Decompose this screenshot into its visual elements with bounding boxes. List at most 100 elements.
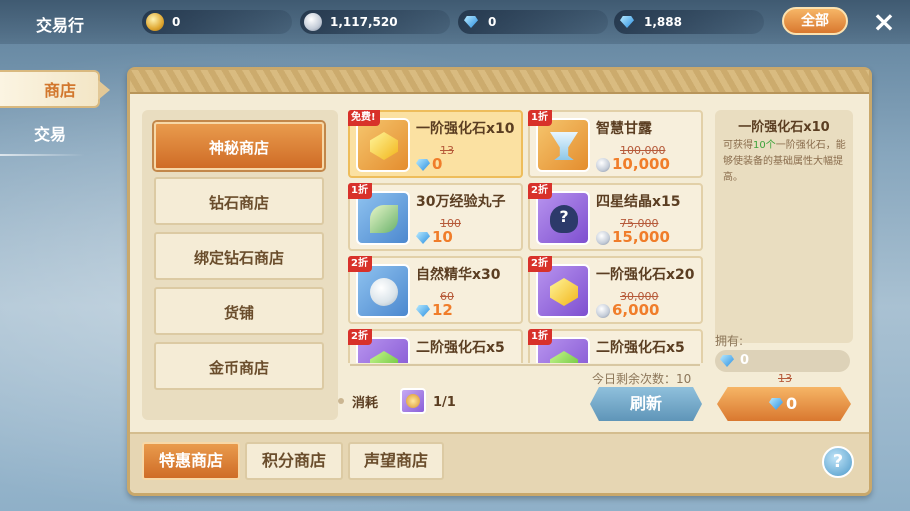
owned-bar (715, 350, 850, 372)
nature-essence-icon (370, 278, 398, 306)
sale-price: 15,000 (612, 228, 670, 246)
yellow-stone-icon (550, 278, 578, 306)
owned-value: 0 (740, 353, 750, 368)
diamond-currency: 0 (458, 10, 608, 34)
green-stone-icon (370, 351, 398, 363)
item-icon (536, 264, 590, 318)
nav-bound-diamond-shop[interactable]: 绑定钻石商店 (154, 232, 324, 280)
item-detail-panel: 一阶强化石x10 可获得10个一阶强化石，能够使装备的基础属性大幅提高。 (715, 110, 853, 343)
item-icon (356, 118, 410, 172)
detail-description: 可获得10个一阶强化石，能够使装备的基础属性大幅提高。 (723, 138, 847, 186)
remaining-count: 今日剩余次数：10 (592, 372, 692, 386)
owned-label: 拥有: (715, 334, 744, 348)
tab-trade[interactable]: 交易 (0, 116, 100, 154)
discount-tag: 2折 (528, 183, 552, 199)
diamond-icon (416, 158, 430, 172)
item-name: 自然精华x30 (416, 267, 501, 283)
sale-price: 10 (432, 228, 453, 246)
item-icon (356, 191, 410, 245)
silver-coin-icon (304, 13, 322, 31)
bound-diamond-currency: 1,888 (614, 10, 764, 34)
goblet-icon (550, 132, 578, 160)
mystery-crystal-icon (550, 205, 578, 233)
sale-price: 12 (432, 301, 453, 319)
silver-currency: 1,117,520 (300, 10, 450, 34)
desc-pre: 可获得 (723, 140, 753, 151)
page-title: 交易行 (36, 16, 85, 35)
bound-diamond-value: 1,888 (644, 15, 682, 29)
diamond-icon (769, 397, 785, 413)
item-name: 二阶强化石x5 (416, 340, 505, 356)
help-icon[interactable]: ? (822, 446, 854, 478)
item-name: 四星结晶x15 (596, 194, 681, 210)
item-icon (536, 118, 590, 172)
consume-label: 消耗 (337, 392, 378, 411)
discount-tag: 1折 (528, 110, 552, 126)
item-name: 30万经验丸子 (416, 194, 506, 210)
silver-value: 1,117,520 (330, 15, 398, 29)
discount-tag: 2折 (348, 329, 372, 345)
item-icon (356, 264, 410, 318)
item-card[interactable]: 2折 四星结晶x15 75,000 15,000 (528, 183, 703, 251)
nav-diamond-shop[interactable]: 钻石商店 (154, 177, 324, 225)
shop-panel: 神秘商店 钻石商店 绑定钻石商店 货铺 金币商店 免费! 一阶强化石x10 13… (127, 67, 872, 496)
item-card[interactable]: 2折 一阶强化石x20 30,000 6,000 (528, 256, 703, 324)
refresh-button[interactable]: 刷新 (590, 387, 702, 421)
discount-tag: 1折 (528, 329, 552, 345)
item-card[interactable]: 免费! 一阶强化石x10 13 0 (348, 110, 523, 178)
top-bar: 交易行 0 1,117,520 0 1,888 全部 × (0, 0, 910, 44)
consume-count: 1/1 (433, 395, 456, 410)
sale-price: 10,000 (612, 155, 670, 173)
item-card[interactable]: 1折 智慧甘露 100,000 10,000 (528, 110, 703, 178)
discount-tag: 1折 (348, 183, 372, 199)
diamond-icon (462, 13, 480, 31)
discount-tag: 免费! (348, 110, 380, 126)
tab-shop[interactable]: 商店 (0, 70, 110, 108)
sale-price: 0 (432, 155, 443, 173)
diamond-icon (416, 231, 430, 245)
item-name: 智慧甘露 (596, 121, 652, 137)
all-button[interactable]: 全部 (782, 7, 848, 35)
silver-coin-icon (596, 158, 610, 172)
divider (0, 154, 85, 156)
discount-tag: 2折 (348, 256, 372, 272)
yellow-stone-icon (370, 132, 398, 160)
item-card[interactable]: 1折 30万经验丸子 100 10 (348, 183, 523, 251)
tab-special-shop[interactable]: 特惠商店 (142, 442, 240, 480)
panel-border-decoration (130, 70, 869, 94)
tab-points-shop[interactable]: 积分商店 (245, 442, 343, 480)
item-grid: 免费! 一阶强化石x10 13 0 1折 智慧甘露 100,000 10,000… (348, 108, 710, 363)
scroll-track[interactable] (350, 364, 700, 366)
silver-coin-icon (596, 304, 610, 318)
nav-goods-shop[interactable]: 货铺 (154, 287, 324, 335)
item-icon (536, 191, 590, 245)
bottom-tab-bar: 特惠商店 积分商店 声望商店 ? (130, 432, 869, 493)
item-card[interactable]: 2折 二阶强化石x5 (348, 329, 523, 363)
sale-price: 6,000 (612, 301, 660, 319)
detail-title: 一阶强化石x10 (738, 120, 830, 135)
gold-coin-icon (146, 13, 164, 31)
nav-gold-shop[interactable]: 金币商店 (154, 342, 324, 390)
silver-coin-icon (596, 231, 610, 245)
close-icon[interactable]: × (868, 6, 900, 38)
gold-value: 0 (172, 15, 181, 29)
exp-pill-icon (370, 205, 398, 233)
green-stone-icon (550, 351, 578, 363)
item-name: 一阶强化石x10 (416, 121, 515, 137)
tab-reputation-shop[interactable]: 声望商店 (348, 442, 444, 480)
discount-tag: 2折 (528, 256, 552, 272)
item-name: 二阶强化石x5 (596, 340, 685, 356)
buy-price: 0 (786, 394, 798, 413)
buy-original-price: 13 (778, 372, 792, 385)
item-name: 一阶强化石x20 (596, 267, 695, 283)
diamond-value: 0 (488, 15, 497, 29)
nav-mystery-shop[interactable]: 神秘商店 (154, 122, 324, 170)
item-card[interactable]: 1折 二阶强化石x5 (528, 329, 703, 363)
refresh-token-icon (400, 388, 426, 414)
shop-nav: 神秘商店 钻石商店 绑定钻石商店 货铺 金币商店 (142, 110, 338, 420)
gold-currency: 0 (142, 10, 292, 34)
diamond-icon (720, 354, 734, 368)
diamond-icon (416, 304, 430, 318)
item-card[interactable]: 2折 自然精华x30 60 12 (348, 256, 523, 324)
bound-diamond-icon (618, 13, 636, 31)
